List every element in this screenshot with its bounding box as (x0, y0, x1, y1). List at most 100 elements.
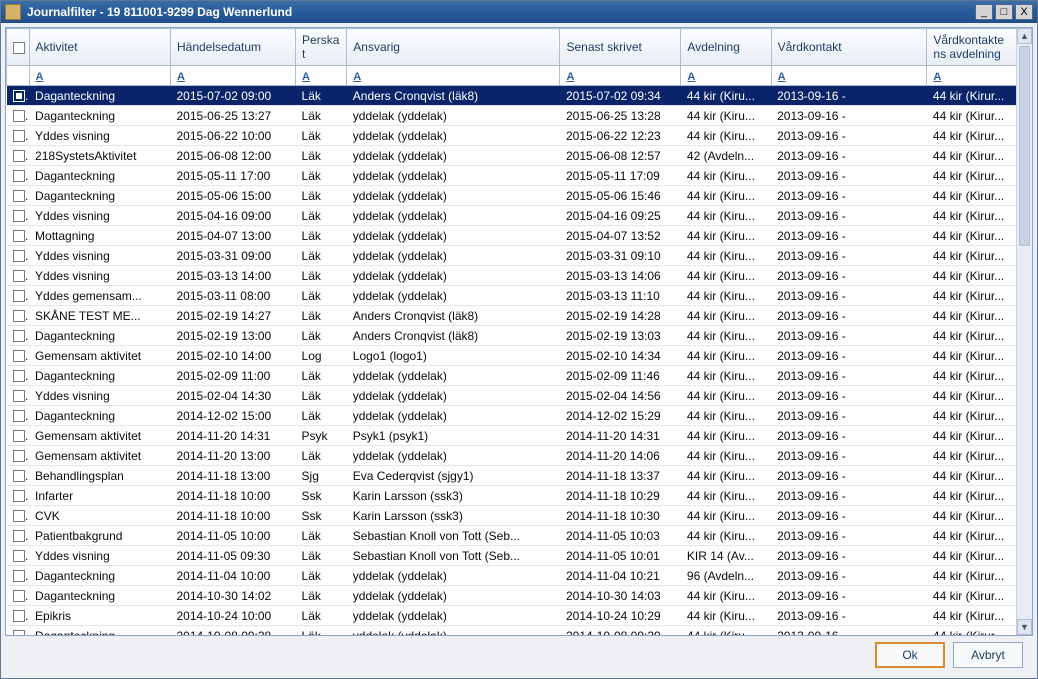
row-checkbox-cell[interactable] (7, 106, 30, 126)
table-row[interactable]: Daganteckning2014-10-30 14:02Läkyddelak … (7, 586, 1032, 606)
row-checkbox[interactable] (13, 330, 25, 342)
row-checkbox[interactable] (13, 550, 25, 562)
table-row[interactable]: Yddes visning2015-03-13 14:00Läkyddelak … (7, 266, 1032, 286)
table-row[interactable]: Daganteckning2014-10-08 09:28Läkyddelak … (7, 626, 1032, 636)
row-checkbox[interactable] (13, 510, 25, 522)
data-grid[interactable]: Aktivitet Händelsedatum Perska t Ansvari… (6, 28, 1032, 635)
filter-cell-aktivitet[interactable]: A (29, 66, 170, 86)
table-row[interactable]: Yddes visning2014-11-05 09:30LäkSebastia… (7, 546, 1032, 566)
filter-cell-perskat[interactable]: A (296, 66, 347, 86)
row-checkbox[interactable] (13, 590, 25, 602)
filter-cell-handelse[interactable]: A (170, 66, 295, 86)
row-checkbox[interactable] (13, 130, 25, 142)
row-checkbox[interactable] (13, 150, 25, 162)
table-row[interactable]: Gemensam aktivitet2014-11-20 13:00Läkydd… (7, 446, 1032, 466)
row-checkbox-cell[interactable] (7, 486, 30, 506)
row-checkbox-cell[interactable] (7, 546, 30, 566)
table-row[interactable]: Daganteckning2015-02-19 13:00LäkAnders C… (7, 326, 1032, 346)
row-checkbox-cell[interactable] (7, 506, 30, 526)
row-checkbox[interactable] (13, 390, 25, 402)
row-checkbox-cell[interactable] (7, 626, 30, 636)
scroll-thumb[interactable] (1019, 46, 1030, 246)
row-checkbox[interactable] (13, 230, 25, 242)
row-checkbox[interactable] (13, 170, 25, 182)
row-checkbox-cell[interactable] (7, 206, 30, 226)
close-button[interactable]: X (1015, 4, 1033, 20)
scroll-down-button[interactable]: ▼ (1017, 619, 1032, 635)
row-checkbox[interactable] (13, 470, 25, 482)
row-checkbox-cell[interactable] (7, 246, 30, 266)
table-row[interactable]: Yddes visning2015-03-31 09:00Läkyddelak … (7, 246, 1032, 266)
table-row[interactable]: Daganteckning2015-05-11 17:00Läkyddelak … (7, 166, 1032, 186)
table-row[interactable]: Daganteckning2015-06-25 13:27Läkyddelak … (7, 106, 1032, 126)
row-checkbox[interactable] (13, 610, 25, 622)
row-checkbox[interactable] (13, 530, 25, 542)
row-checkbox[interactable] (13, 430, 25, 442)
table-row[interactable]: Yddes visning2015-06-22 10:00Läkyddelak … (7, 126, 1032, 146)
column-header-check[interactable] (7, 29, 30, 66)
row-checkbox[interactable] (13, 350, 25, 362)
table-row[interactable]: Infarter2014-11-18 10:00SskKarin Larsson… (7, 486, 1032, 506)
row-checkbox[interactable] (13, 90, 25, 102)
table-row[interactable]: Yddes visning2015-02-04 14:30Läkyddelak … (7, 386, 1032, 406)
ok-button[interactable]: Ok (875, 642, 945, 668)
vertical-scrollbar[interactable]: ▲ ▼ (1016, 28, 1032, 635)
row-checkbox-cell[interactable] (7, 226, 30, 246)
row-checkbox[interactable] (13, 630, 25, 635)
row-checkbox[interactable] (13, 190, 25, 202)
filter-cell-vardkontakt[interactable]: A (771, 66, 927, 86)
filter-cell-avdelning[interactable]: A (681, 66, 771, 86)
row-checkbox-cell[interactable] (7, 426, 30, 446)
minimize-button[interactable]: _ (975, 4, 993, 20)
table-row[interactable]: CVK2014-11-18 10:00SskKarin Larsson (ssk… (7, 506, 1032, 526)
row-checkbox[interactable] (13, 210, 25, 222)
maximize-button[interactable]: □ (995, 4, 1013, 20)
row-checkbox[interactable] (13, 450, 25, 462)
table-row[interactable]: Behandlingsplan2014-11-18 13:00SjgEva Ce… (7, 466, 1032, 486)
row-checkbox-cell[interactable] (7, 406, 30, 426)
column-header-senast[interactable]: Senast skrivet (560, 29, 681, 66)
row-checkbox-cell[interactable] (7, 146, 30, 166)
table-row[interactable]: Yddes gemensam...2015-03-11 08:00Läkydde… (7, 286, 1032, 306)
row-checkbox[interactable] (13, 250, 25, 262)
scroll-track[interactable] (1017, 44, 1032, 619)
row-checkbox-cell[interactable] (7, 266, 30, 286)
table-row[interactable]: Gemensam aktivitet2014-11-20 14:31PsykPs… (7, 426, 1032, 446)
table-row[interactable]: Gemensam aktivitet2015-02-10 14:00LogLog… (7, 346, 1032, 366)
table-row[interactable]: SKÅNE TEST ME...2015-02-19 14:27LäkAnder… (7, 306, 1032, 326)
table-row[interactable]: 218SystetsAktivitet2015-06-08 12:00Läkyd… (7, 146, 1032, 166)
column-header-aktivitet[interactable]: Aktivitet (29, 29, 170, 66)
table-row[interactable]: Daganteckning2015-05-06 15:00Läkyddelak … (7, 186, 1032, 206)
table-row[interactable]: Epikris2014-10-24 10:00Läkyddelak (yddel… (7, 606, 1032, 626)
row-checkbox-cell[interactable] (7, 386, 30, 406)
select-all-checkbox[interactable] (13, 42, 25, 54)
column-header-perskat[interactable]: Perska t (296, 29, 347, 66)
table-row[interactable]: Mottagning2015-04-07 13:00Läkyddelak (yd… (7, 226, 1032, 246)
column-header-avdelning[interactable]: Avdelning (681, 29, 771, 66)
row-checkbox[interactable] (13, 570, 25, 582)
row-checkbox-cell[interactable] (7, 86, 30, 106)
row-checkbox-cell[interactable] (7, 286, 30, 306)
row-checkbox[interactable] (13, 490, 25, 502)
row-checkbox[interactable] (13, 410, 25, 422)
row-checkbox-cell[interactable] (7, 166, 30, 186)
column-header-ansvarig[interactable]: Ansvarig (347, 29, 560, 66)
row-checkbox-cell[interactable] (7, 126, 30, 146)
row-checkbox-cell[interactable] (7, 346, 30, 366)
filter-cell-ansvarig[interactable]: A (347, 66, 560, 86)
cancel-button[interactable]: Avbryt (953, 642, 1023, 668)
row-checkbox[interactable] (13, 310, 25, 322)
filter-cell-senast[interactable]: A (560, 66, 681, 86)
table-row[interactable]: Daganteckning2015-07-02 09:00LäkAnders C… (7, 86, 1032, 106)
row-checkbox-cell[interactable] (7, 366, 30, 386)
table-row[interactable]: Daganteckning2015-02-09 11:00Läkyddelak … (7, 366, 1032, 386)
row-checkbox-cell[interactable] (7, 326, 30, 346)
row-checkbox-cell[interactable] (7, 586, 30, 606)
row-checkbox-cell[interactable] (7, 606, 30, 626)
row-checkbox-cell[interactable] (7, 566, 30, 586)
table-row[interactable]: Daganteckning2014-12-02 15:00Läkyddelak … (7, 406, 1032, 426)
table-row[interactable]: Patientbakgrund2014-11-05 10:00LäkSebast… (7, 526, 1032, 546)
column-header-vardkontakt[interactable]: Vårdkontakt (771, 29, 927, 66)
table-row[interactable]: Daganteckning2014-11-04 10:00Läkyddelak … (7, 566, 1032, 586)
row-checkbox-cell[interactable] (7, 446, 30, 466)
